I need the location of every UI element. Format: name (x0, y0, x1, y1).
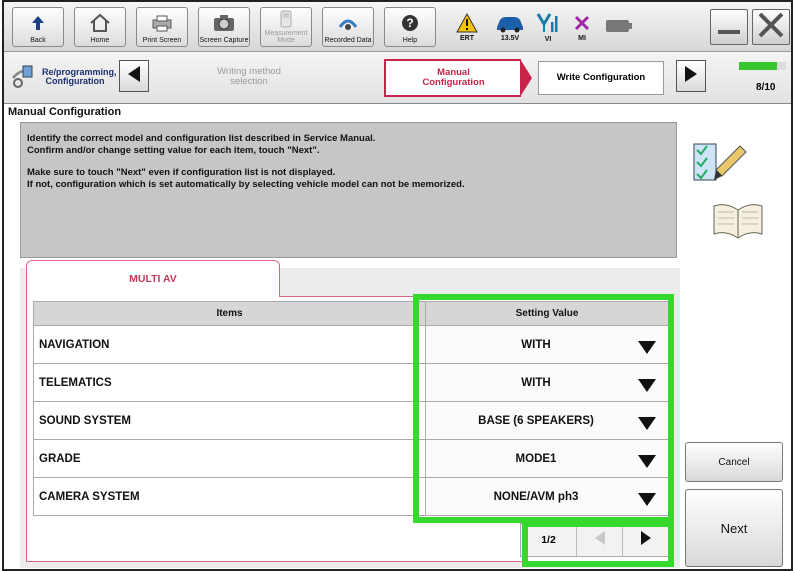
item-name: GRADE (33, 439, 426, 478)
previous-page-button[interactable] (576, 524, 622, 556)
home-button[interactable]: Home (74, 7, 126, 47)
signal-icon (536, 12, 560, 36)
toolbar: Back Home Print Screen Screen Capture Me… (4, 2, 791, 52)
measurement-mode-button[interactable]: Measurement Mode (260, 7, 312, 47)
setting-value-dropdown[interactable]: WITH (425, 363, 669, 402)
consult-window: Back Home Print Screen Screen Capture Me… (2, 0, 793, 571)
right-arrow-icon (639, 529, 653, 552)
setting-value-column-header: Setting Value (425, 301, 669, 326)
setting-value: BASE (6 SPEAKERS) (478, 414, 594, 427)
back-icon (13, 8, 63, 37)
minimize-button[interactable] (710, 9, 748, 45)
recorded-data-button[interactable]: Recorded Data (322, 7, 374, 47)
tab-multi-av[interactable]: MULTI AV (26, 260, 280, 297)
setting-value: MODE1 (515, 452, 557, 465)
help-button[interactable]: ? Help (384, 7, 436, 47)
page-title: Manual Configuration (8, 106, 122, 118)
step-reprogramming-configuration[interactable]: Re/programming, Configuration (10, 59, 117, 95)
manual-book-icon (712, 200, 764, 245)
setting-value-dropdown[interactable]: MODE1 (425, 439, 669, 478)
battery-voltage-status: 13.5V (490, 6, 530, 48)
print-screen-button[interactable]: Print Screen (136, 7, 188, 47)
instruction-box: Identify the correct model and configura… (20, 122, 677, 258)
active-step-pointer (520, 59, 532, 97)
close-icon (757, 11, 785, 44)
svg-text:?: ? (406, 16, 413, 30)
vi-status: VI (534, 6, 562, 48)
next-button[interactable]: Next (685, 489, 783, 567)
dropdown-arrow-icon (638, 493, 656, 506)
item-name: CAMERA SYSTEM (33, 477, 426, 516)
previous-step-button[interactable] (119, 60, 149, 92)
table-row: TELEMATICS WITH (33, 363, 669, 402)
item-name: NAVIGATION (33, 325, 426, 364)
instruction-line-2: Confirm and/or change setting value for … (27, 144, 320, 156)
car-icon (494, 13, 526, 35)
dropdown-arrow-icon (638, 455, 656, 468)
back-button[interactable]: Back (12, 7, 64, 47)
next-step-button[interactable] (676, 60, 706, 92)
configuration-table: Items Setting Value NAVIGATION WITH TELE… (33, 301, 669, 516)
instruction-line-1: Identify the correct model and configura… (27, 133, 376, 144)
item-name: SOUND SYSTEM (33, 401, 426, 440)
checklist-icon (692, 140, 750, 193)
setting-value: NONE/AVM ph3 (493, 490, 579, 503)
step-navigation: Re/programming, Configuration Writing me… (4, 52, 791, 104)
ert-status: ERT (450, 6, 484, 48)
step-writing-method-selection: Writing method selection (217, 66, 281, 87)
tab-content: Items Setting Value NAVIGATION WITH TELE… (26, 296, 674, 562)
home-icon (75, 8, 125, 37)
dropdown-arrow-icon (638, 379, 656, 392)
battery-icon (605, 18, 633, 36)
screen-capture-button[interactable]: Screen Capture (198, 7, 250, 47)
left-arrow-icon (593, 529, 607, 552)
table-header-row: Items Setting Value (33, 301, 669, 326)
dropdown-arrow-icon (638, 341, 656, 354)
setting-value-dropdown[interactable]: BASE (6 SPEAKERS) (425, 401, 669, 440)
minimize-icon (716, 12, 742, 43)
warning-icon (456, 12, 478, 35)
next-page-button[interactable] (622, 524, 668, 556)
right-arrow-icon (682, 64, 700, 89)
reprogramming-icon (10, 63, 36, 92)
table-row: SOUND SYSTEM BASE (6 SPEAKERS) (33, 401, 669, 440)
step-manual-configuration: Manual Configuration (384, 59, 521, 97)
table-row: GRADE MODE1 (33, 439, 669, 478)
page-indicator: 1/2 (541, 534, 556, 546)
items-column-header: Items (33, 301, 426, 326)
progress-bar (739, 62, 786, 70)
camera-icon (199, 8, 249, 37)
progress-fill (739, 62, 777, 70)
dropdown-arrow-icon (638, 417, 656, 430)
table-row: CAMERA SYSTEM NONE/AVM ph3 (33, 477, 669, 516)
mi-status: MI (569, 6, 595, 48)
left-arrow-icon (125, 64, 143, 89)
printer-icon (137, 8, 187, 37)
disconnected-icon (572, 13, 592, 35)
instruction-line-4: If not, configuration which is set autom… (27, 178, 465, 190)
pagination: 1/2 (520, 523, 669, 557)
setting-value: WITH (521, 338, 551, 351)
measurement-icon (261, 8, 311, 30)
cancel-button[interactable]: Cancel (685, 442, 783, 482)
help-icon: ? (385, 8, 435, 37)
instruction-line-3: Make sure to touch "Next" even if config… (27, 166, 336, 178)
setting-value: WITH (521, 376, 551, 389)
setting-value-dropdown[interactable]: NONE/AVM ph3 (425, 477, 669, 516)
close-button[interactable] (752, 9, 790, 45)
progress-counter: 8/10 (756, 82, 776, 93)
item-name: TELEMATICS (33, 363, 426, 402)
table-row: NAVIGATION WITH (33, 325, 669, 364)
recorded-data-icon (323, 8, 373, 37)
configuration-panel: MULTI AV Items Setting Value NAVIGATION … (20, 260, 680, 568)
step-write-configuration: Write Configuration (538, 61, 664, 95)
setting-value-dropdown[interactable]: WITH (425, 325, 669, 364)
battery-status (604, 6, 634, 48)
